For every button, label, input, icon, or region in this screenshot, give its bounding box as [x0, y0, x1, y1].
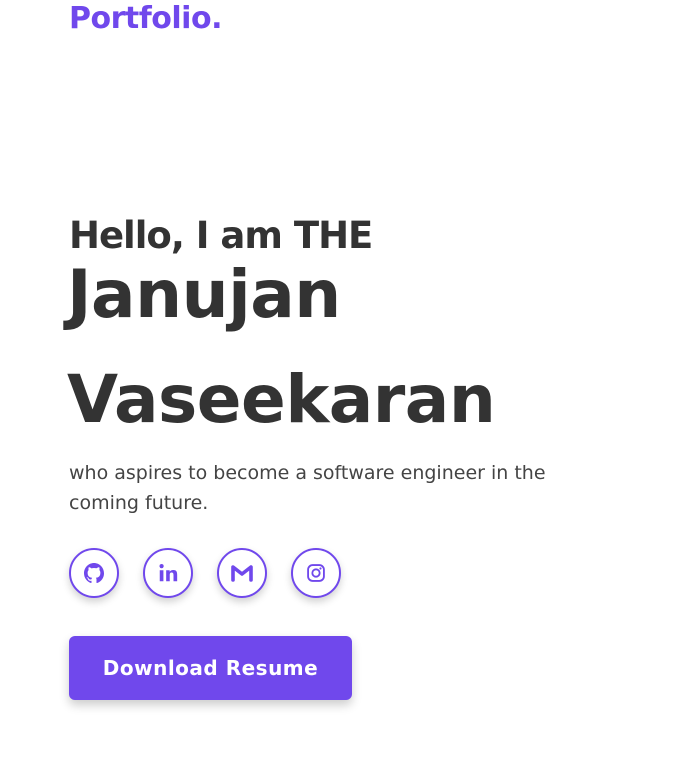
- instagram-link[interactable]: [291, 548, 341, 598]
- linkedin-link[interactable]: [143, 548, 193, 598]
- hero-greeting: Hello, I am THE: [69, 214, 373, 257]
- github-link[interactable]: [69, 548, 119, 598]
- gmail-icon: [230, 563, 254, 583]
- instagram-icon: [306, 563, 326, 583]
- gmail-link[interactable]: [217, 548, 267, 598]
- hero-tagline: who aspires to become a software enginee…: [69, 462, 546, 514]
- site-logo[interactable]: Portfolio.: [69, 0, 222, 38]
- download-resume-button[interactable]: Download Resume: [69, 636, 352, 700]
- portfolio-page: Portfolio. Hello, I am THE Janujan Vasee…: [0, 0, 696, 767]
- social-links: [69, 548, 341, 598]
- hero-last-name: Vaseekaran: [67, 361, 496, 438]
- linkedin-icon: [157, 562, 179, 584]
- hero-first-name: Janujan: [67, 256, 341, 333]
- github-icon: [82, 561, 106, 585]
